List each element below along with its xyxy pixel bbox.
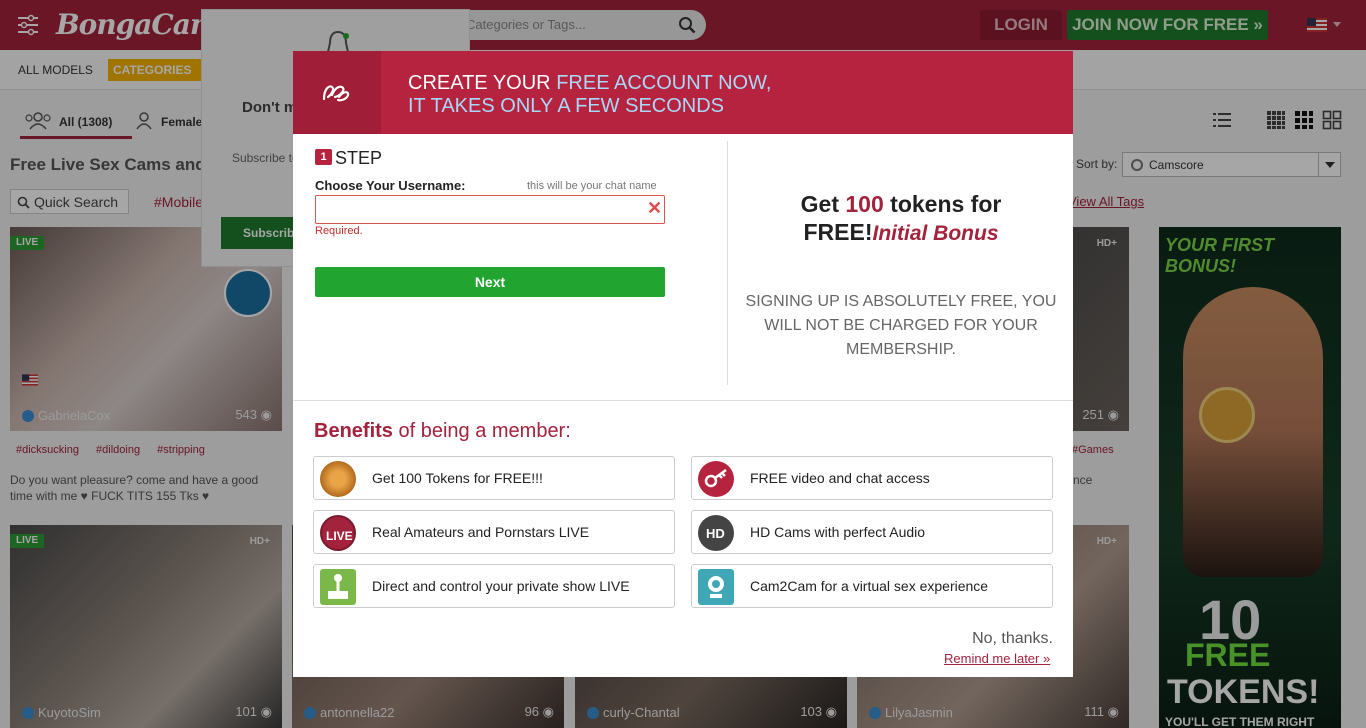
bongacams-logo-icon: [322, 85, 350, 102]
joystick-icon: [320, 569, 356, 605]
required-error: Required.: [315, 225, 363, 237]
signup-modal: CREATE YOUR FREE ACCOUNT NOW, IT TAKES O…: [293, 51, 1073, 677]
svg-text:HD: HD: [706, 526, 725, 541]
svg-text:LIVE: LIVE: [326, 529, 353, 543]
no-thanks-button[interactable]: No, thanks.: [953, 630, 1053, 648]
username-hint: this will be your chat name: [527, 180, 657, 192]
username-label: Choose Your Username:: [315, 178, 466, 193]
modal-logo: [293, 51, 381, 134]
benefit-item: Direct and control your private show LIV…: [313, 564, 675, 608]
benefit-item: HD HD Cams with perfect Audio: [691, 510, 1053, 554]
modal-header: CREATE YOUR FREE ACCOUNT NOW, IT TAKES O…: [293, 51, 1073, 134]
divider: [727, 141, 728, 385]
key-icon: [698, 461, 734, 497]
remind-later-link[interactable]: Remind me later »: [944, 651, 1050, 666]
username-input[interactable]: [315, 195, 665, 224]
modal-heading-line1: CREATE YOUR FREE ACCOUNT NOW,: [408, 72, 772, 94]
benefit-item: Cam2Cam for a virtual sex experience: [691, 564, 1053, 608]
benefit-item: FREE video and chat access: [691, 456, 1053, 500]
free-membership-text: SIGNING UP IS ABSOLUTELY FREE, YOU WILL …: [745, 293, 1057, 358]
benefits-title: Benefits of being a member:: [314, 420, 571, 442]
tokens-offer: Get 100 tokens for FREE!Initial Bonus: [800, 191, 1002, 245]
modal-heading-line2: IT TAKES ONLY A FEW SECONDS: [408, 95, 725, 117]
hd-badge-icon: HD: [698, 515, 734, 551]
step-label: STEP: [335, 148, 383, 168]
webcam-icon: [698, 569, 734, 605]
token-coin-icon: [320, 461, 356, 497]
live-badge-icon: LIVE: [320, 515, 356, 551]
next-button[interactable]: Next: [315, 267, 665, 297]
clear-input-icon[interactable]: ✕: [647, 199, 662, 217]
benefit-item: Get 100 Tokens for FREE!!!: [313, 456, 675, 500]
step-number-badge: 1: [315, 149, 332, 165]
divider: [293, 400, 1073, 401]
benefit-item: LIVE Real Amateurs and Pornstars LIVE: [313, 510, 675, 554]
